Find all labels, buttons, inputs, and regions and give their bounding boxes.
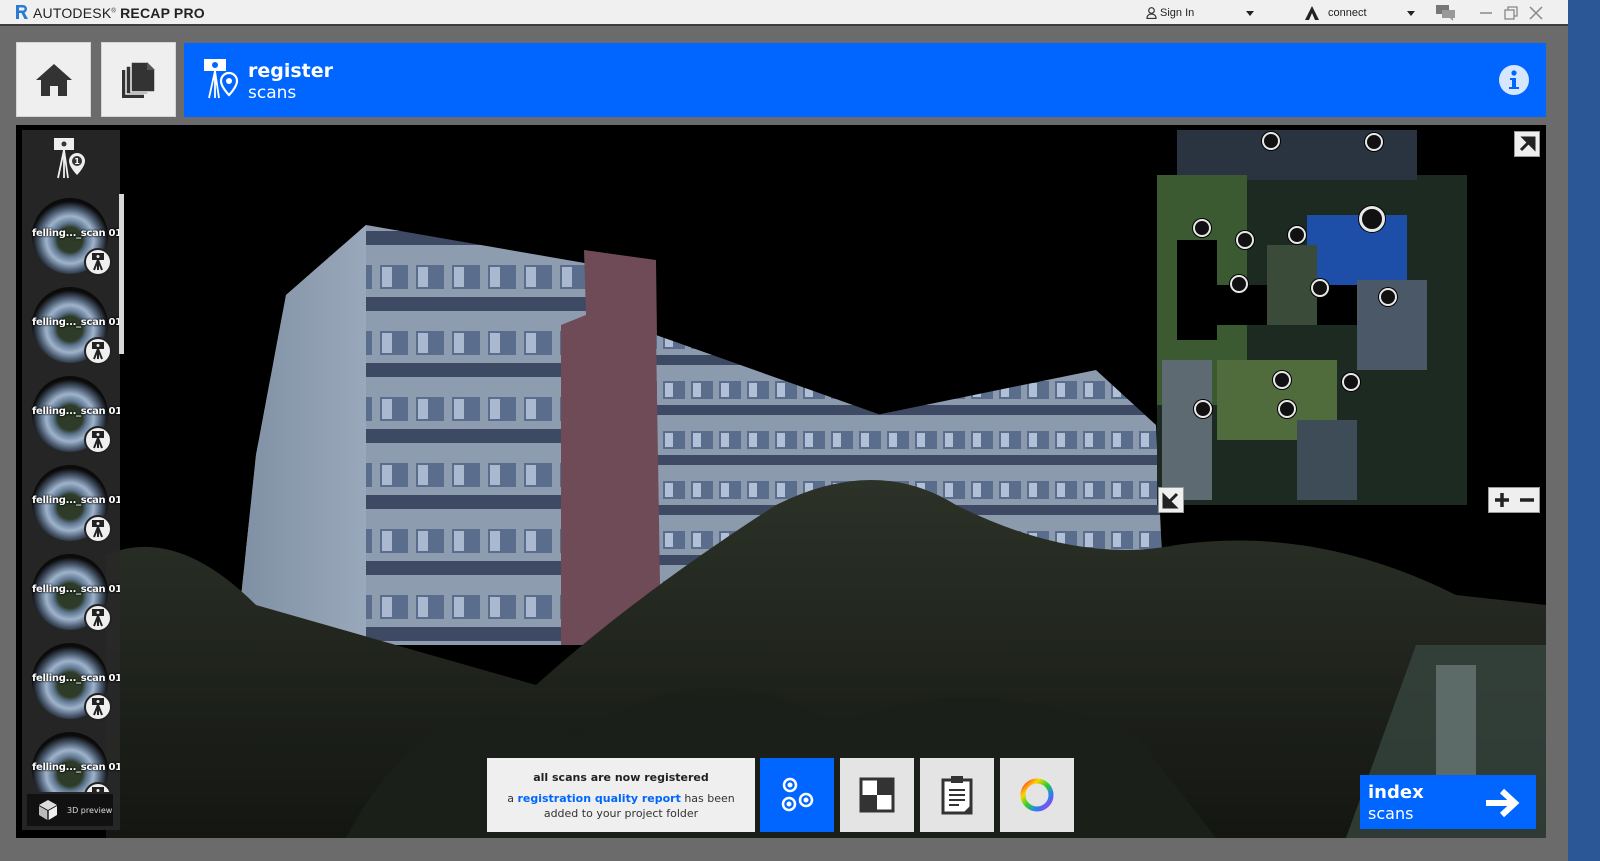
scanner-tripod-icon [84,604,112,632]
next-step-title: index [1368,782,1424,803]
register-scans-icon [204,59,239,99]
index-scans-button[interactable]: index scans [1360,775,1536,829]
scan-location-pin[interactable] [1278,400,1296,418]
connect-dropdown-icon[interactable] [1407,11,1415,16]
brand-name: AUTODESK [33,5,112,21]
home-button[interactable] [16,42,91,117]
sign-in-button[interactable]: Sign In [1146,7,1194,19]
chat-icon[interactable] [1436,5,1456,21]
user-icon [1146,7,1157,19]
scan-item[interactable]: felling..._scan 01 [32,198,120,276]
checkerboard-button[interactable] [840,758,914,832]
registration-notice: all scans are now registered a registrat… [487,758,755,832]
autodesk-logo-icon [1305,6,1319,20]
connect-button[interactable]: connect [1328,7,1367,19]
scan-name: felling..._scan 01 [32,406,120,417]
scan-location-pin[interactable] [1273,371,1291,389]
stage-title: register [248,60,334,82]
collapse-minimap-button[interactable] [1158,487,1184,513]
info-button[interactable] [1499,65,1529,95]
product-name: RECAP PRO [120,5,205,21]
report-button[interactable] [920,758,994,832]
notice-body: a registration quality report has been a… [487,791,755,821]
sign-in-dropdown-icon[interactable] [1246,11,1254,16]
title-bar: AUTODESK® RECAP PRO Sign In connect [0,0,1568,26]
cube-icon [39,800,57,820]
scan-count-badge: 1 [74,157,80,166]
scanner-tripod-icon [84,248,112,276]
scan-name: felling..._scan 01 [32,584,120,595]
notice-prefix: a [507,792,514,805]
scans-panel: 1 felling..._scan 01 felling..._scan 01 … [22,130,124,830]
scan-location-pin[interactable] [1288,226,1306,244]
stage-banner: register scans [184,43,1546,117]
scan-cluster-button[interactable] [760,758,834,832]
recap-logo-icon [16,5,28,19]
clipboard-report-icon [941,776,973,815]
scan-name: felling..._scan 01 [32,762,120,773]
zoom-out-button[interactable] [1514,488,1539,512]
restore-icon[interactable] [1501,3,1521,23]
close-icon[interactable] [1526,3,1546,23]
color-wheel-icon [1020,778,1054,812]
scanner-tripod-icon [84,515,112,543]
scan-location-icon: 1 [54,138,85,179]
color-mode-button[interactable] [1000,758,1074,832]
scan-location-pin[interactable] [1193,219,1211,237]
info-icon [1509,70,1519,89]
scan-item[interactable]: felling..._scan 01 [32,643,120,721]
scan-location-pin[interactable] [1236,231,1254,249]
minimize-icon[interactable] [1476,3,1496,23]
app-title: AUTODESK® RECAP PRO [33,5,205,21]
documents-icon [121,60,156,98]
scan-location-pin[interactable] [1342,373,1360,391]
notice-title: all scans are now registered [533,771,709,784]
arrow-right-icon [1486,788,1520,818]
stage-subtitle: scans [248,83,297,103]
scan-location-pin[interactable] [1379,288,1397,306]
scanner-tripod-icon [84,693,112,721]
scan-location-pin[interactable] [1262,132,1280,150]
scan-location-pin-selected[interactable] [1359,206,1385,232]
scan-cluster-icon [781,777,814,812]
3d-preview-button[interactable]: 3D preview [27,794,113,826]
scan-item[interactable]: felling..._scan 01 [32,376,120,454]
top-view-minimap[interactable] [1157,130,1542,515]
expand-arrow-icon [1519,136,1536,152]
scanner-tripod-icon [84,426,112,454]
scan-location-pin[interactable] [1194,400,1212,418]
next-step-subtitle: scans [1368,804,1414,823]
building-left-end [236,225,366,645]
minimap-plan [1157,130,1542,515]
scan-name: felling..._scan 01 [32,317,120,328]
scan-name: felling..._scan 01 [32,495,120,506]
scan-item[interactable]: felling..._scan 01 [32,287,120,365]
registration-report-link[interactable]: registration quality report [517,792,680,805]
collapse-arrow-icon [1162,492,1179,509]
scans-list: felling..._scan 01 felling..._scan 01 fe… [22,192,120,792]
scan-item[interactable]: felling..._scan 01 [32,554,120,632]
scan-location-pin[interactable] [1365,133,1383,151]
scan-location-pin[interactable] [1230,275,1248,293]
checkerboard-icon [859,777,895,813]
scan-name: felling..._scan 01 [32,673,120,684]
minus-icon [1519,498,1534,502]
projects-button[interactable] [101,42,176,117]
scan-item[interactable]: felling..._scan 01 [32,732,120,792]
recap-pro-window: AUTODESK® RECAP PRO Sign In connect regi… [0,0,1568,861]
expand-minimap-button[interactable] [1514,131,1540,157]
scan-name: felling..._scan 01 [32,228,120,239]
scan-item[interactable]: felling..._scan 01 [32,465,120,543]
plus-icon [1494,493,1509,507]
minimap-zoom-control [1488,487,1540,513]
scans-scrollbar[interactable] [119,194,124,354]
3d-preview-label: 3D preview [67,805,113,815]
zoom-in-button[interactable] [1489,488,1514,512]
scan-location-pin[interactable] [1311,279,1329,297]
sign-in-label: Sign In [1160,7,1195,19]
scanner-tripod-icon [84,337,112,365]
home-icon [35,63,72,96]
